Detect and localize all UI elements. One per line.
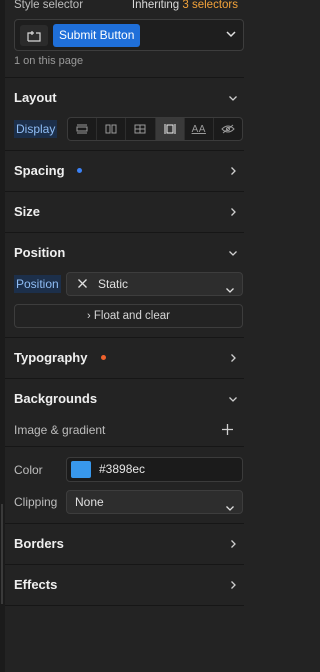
position-select[interactable]: Static: [66, 272, 243, 296]
on-page-count: 1 on this page: [14, 55, 84, 67]
float-and-clear-label: Float and clear: [93, 310, 170, 322]
section-backgrounds-title[interactable]: Backgrounds: [14, 391, 97, 406]
inheriting-text[interactable]: Inheriting 3 selectors: [132, 0, 238, 11]
divider: [5, 446, 244, 447]
position-label[interactable]: Position: [14, 275, 61, 293]
section-borders-title[interactable]: Borders: [14, 536, 64, 551]
chevron-down-icon: [225, 498, 235, 520]
close-icon: [77, 273, 88, 296]
divider: [5, 150, 244, 151]
hidden-icon[interactable]: [214, 118, 242, 140]
divider: [5, 191, 244, 192]
display-options: AA: [67, 117, 243, 141]
clipping-value: None: [75, 495, 104, 509]
clipping-label: Clipping: [14, 495, 58, 509]
section-spacing-title[interactable]: Spacing: [14, 163, 65, 178]
clipping-select[interactable]: None: [66, 490, 243, 514]
color-hex-value[interactable]: #3898ec: [99, 462, 145, 476]
position-value: Static: [98, 277, 129, 291]
divider: [5, 523, 244, 524]
chevron-right-icon[interactable]: [228, 538, 238, 552]
chevron-right-icon[interactable]: [228, 352, 238, 366]
grid-icon[interactable]: [126, 118, 156, 140]
chevron-right-icon[interactable]: [228, 579, 238, 593]
selector-chip[interactable]: Submit Button: [53, 24, 141, 47]
chevron-down-icon[interactable]: [228, 393, 238, 407]
color-swatch[interactable]: [71, 461, 91, 478]
divider: [5, 378, 244, 379]
image-gradient-label: Image & gradient: [14, 423, 106, 437]
chevron-right-icon[interactable]: [228, 206, 238, 220]
inheriting-count[interactable]: 3 selectors: [182, 0, 238, 11]
section-effects-title[interactable]: Effects: [14, 577, 57, 592]
divider: [5, 564, 244, 565]
spacing-modified-dot: [77, 168, 82, 173]
section-position-title[interactable]: Position: [14, 245, 65, 260]
selector-header: Style selector Inheriting 3 selectors: [5, 0, 244, 12]
section-typography-title[interactable]: Typography: [14, 350, 87, 365]
section-layout-title[interactable]: Layout: [14, 90, 57, 105]
divider: [5, 232, 244, 233]
flex-icon[interactable]: [97, 118, 127, 140]
chevron-down-icon[interactable]: [228, 247, 238, 261]
plus-icon[interactable]: [221, 423, 234, 439]
chevron-down-icon[interactable]: [228, 92, 238, 106]
style-selector-label: Style selector: [14, 0, 84, 11]
color-field[interactable]: #3898ec: [66, 457, 243, 482]
tag-icon[interactable]: [20, 25, 48, 46]
selector-field[interactable]: Submit Button: [14, 19, 244, 51]
inheriting-prefix: Inheriting: [131, 0, 180, 11]
typography-modified-dot: [101, 355, 106, 360]
chevron-right-icon[interactable]: [228, 165, 238, 179]
float-and-clear-button[interactable]: › Float and clear: [14, 304, 243, 328]
divider: [5, 337, 244, 338]
scroll-marker: [1, 504, 3, 604]
block-icon[interactable]: [68, 118, 98, 140]
divider: [5, 77, 244, 78]
color-label: Color: [14, 463, 43, 477]
chevron-down-icon: [225, 280, 235, 302]
style-panel: Style selector Inheriting 3 selectors Su…: [5, 0, 244, 672]
display-label[interactable]: Display: [14, 120, 58, 138]
inline-text-icon[interactable]: AA: [185, 118, 214, 140]
section-size-title[interactable]: Size: [14, 204, 40, 219]
inline-block-icon[interactable]: [155, 118, 185, 140]
chevron-down-icon[interactable]: [225, 28, 237, 43]
divider: [5, 605, 244, 606]
chevron-right-icon: ›: [87, 310, 91, 322]
